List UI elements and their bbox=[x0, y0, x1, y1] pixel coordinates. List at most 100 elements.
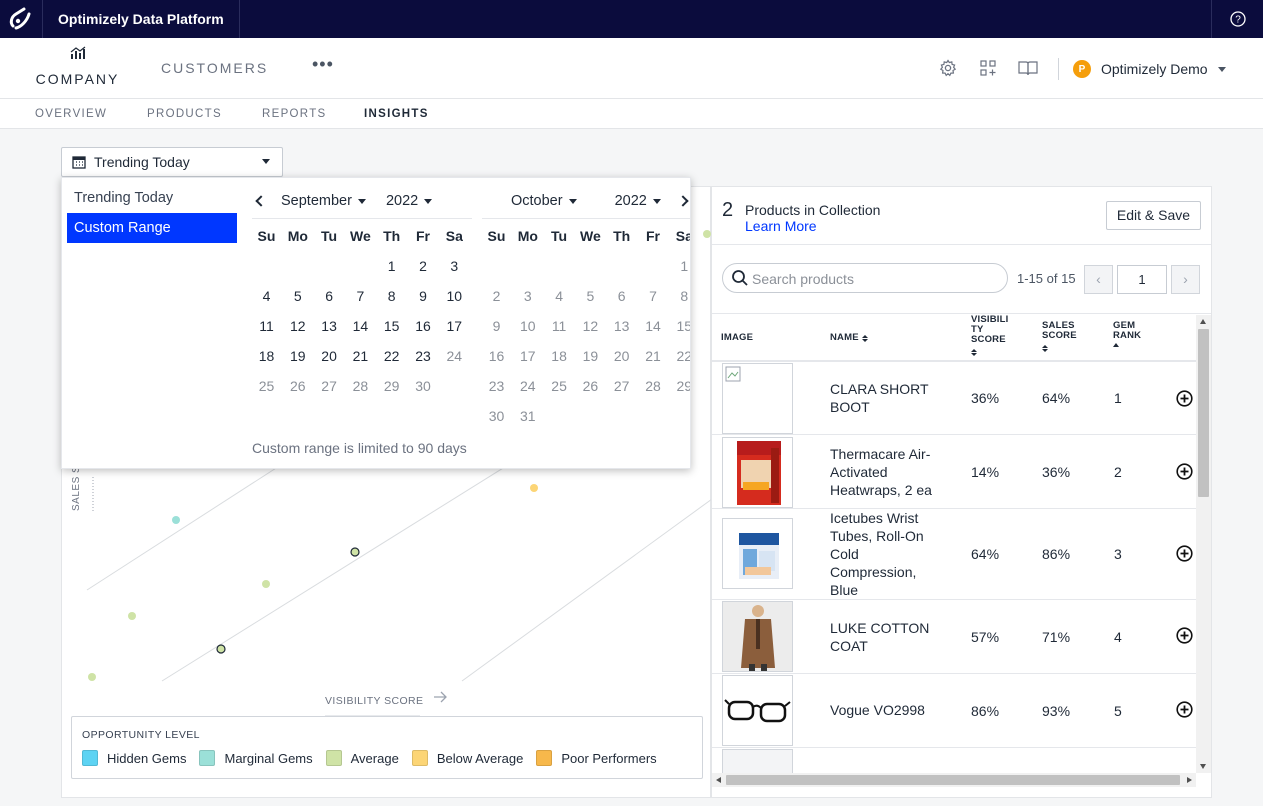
header-visibility-score[interactable]: VISIBILI TY SCORE bbox=[971, 315, 1009, 356]
calendar-day[interactable]: 5 bbox=[282, 288, 313, 304]
header-sales-line: SCORE bbox=[1042, 330, 1077, 341]
legend-item-marginal-gems: Marginal Gems bbox=[199, 750, 313, 766]
product-image bbox=[722, 601, 793, 672]
header-name[interactable]: NAME bbox=[830, 333, 868, 343]
thermacare-box-image bbox=[737, 441, 781, 505]
right-year-select[interactable]: 2022 bbox=[615, 193, 661, 209]
weekday-label: Fr bbox=[646, 228, 660, 244]
calendar-day[interactable]: 7 bbox=[345, 288, 376, 304]
calendar-day[interactable]: 10 bbox=[439, 288, 470, 304]
calendar-day[interactable]: 12 bbox=[282, 318, 313, 334]
more-menu-icon[interactable]: ••• bbox=[312, 54, 334, 75]
nav-customers[interactable]: CUSTOMERS bbox=[161, 60, 268, 76]
main-nav: COMPANY CUSTOMERS ••• P Optimizely Demo bbox=[0, 38, 1263, 99]
svg-text:?: ? bbox=[1235, 15, 1241, 26]
add-circle-icon[interactable] bbox=[1176, 545, 1193, 562]
add-circle-icon[interactable] bbox=[1176, 701, 1193, 718]
chart-point bbox=[703, 230, 711, 238]
scroll-left-arrow-icon[interactable] bbox=[716, 776, 721, 783]
calendar-day[interactable]: 9 bbox=[408, 288, 439, 304]
calendar-day: 23 bbox=[488, 378, 505, 394]
calendar-day[interactable]: 1 bbox=[376, 258, 407, 274]
left-year-select[interactable]: 2022 bbox=[386, 193, 433, 209]
table-row[interactable] bbox=[712, 748, 1196, 773]
scroll-right-arrow-icon[interactable] bbox=[1187, 776, 1192, 783]
add-circle-icon[interactable] bbox=[1176, 390, 1193, 407]
legend-item-average: Average bbox=[325, 750, 399, 766]
user-menu[interactable]: P Optimizely Demo bbox=[1073, 58, 1226, 80]
calendar-day: 4 bbox=[555, 288, 563, 304]
calendar-day[interactable]: 3 bbox=[439, 258, 470, 274]
calendar-day[interactable]: 23 bbox=[408, 348, 439, 364]
page-number-input[interactable]: 1 bbox=[1117, 265, 1167, 294]
edit-save-button[interactable]: Edit & Save bbox=[1106, 201, 1201, 230]
calendar-day[interactable]: 17 bbox=[439, 318, 470, 334]
prev-page-button[interactable]: ‹ bbox=[1084, 265, 1113, 294]
calendar-day: 17 bbox=[520, 348, 536, 364]
calendar-day[interactable]: 2 bbox=[408, 258, 439, 274]
calendar-day[interactable]: 13 bbox=[314, 318, 345, 334]
calendar-day: 30 bbox=[415, 378, 431, 394]
calendar-day[interactable]: 15 bbox=[376, 318, 407, 334]
vertical-scrollbar[interactable] bbox=[1196, 315, 1211, 773]
tab-insights[interactable]: INSIGHTS bbox=[364, 108, 429, 120]
vertical-scroll-thumb[interactable] bbox=[1198, 329, 1209, 497]
calendar-day[interactable]: 14 bbox=[345, 318, 376, 334]
collection-count: 2 bbox=[722, 199, 734, 221]
calendar-day[interactable]: 21 bbox=[345, 348, 376, 364]
table-row[interactable]: LUKE COTTON COAT 57% 71% 4 bbox=[712, 600, 1196, 674]
option-custom-range[interactable]: Custom Range bbox=[67, 213, 237, 243]
table-row[interactable]: Thermacare Air-Activated Heatwraps, 2 ea… bbox=[712, 435, 1196, 509]
date-picker-popup: Trending Today Custom Range September 20… bbox=[61, 177, 691, 469]
nav-company[interactable]: COMPANY bbox=[35, 46, 120, 87]
product-image bbox=[722, 675, 793, 746]
visibility-score: 86% bbox=[971, 703, 1000, 719]
user-name: Optimizely Demo bbox=[1101, 61, 1208, 77]
calendar-day[interactable]: 16 bbox=[408, 318, 439, 334]
option-trending-today[interactable]: Trending Today bbox=[67, 183, 237, 213]
docs-book-icon[interactable] bbox=[1017, 58, 1039, 78]
next-page-button[interactable]: › bbox=[1171, 265, 1200, 294]
calendar-day: 27 bbox=[321, 378, 337, 394]
scroll-up-arrow-icon[interactable] bbox=[1200, 319, 1206, 324]
calendar-day[interactable]: 18 bbox=[251, 348, 282, 364]
table-row[interactable]: Icetubes Wrist Tubes, Roll-On Cold Compr… bbox=[712, 509, 1196, 600]
calendar-day[interactable]: 11 bbox=[251, 318, 282, 334]
search-input[interactable]: Search products bbox=[722, 263, 1008, 293]
left-month-select[interactable]: September bbox=[281, 193, 366, 209]
table-row[interactable]: CLARA SHORT BOOT 36% 64% 1 bbox=[712, 361, 1196, 435]
calendar-day[interactable]: 6 bbox=[314, 288, 345, 304]
calendar-day[interactable]: 20 bbox=[314, 348, 345, 364]
learn-more-link[interactable]: Learn More bbox=[745, 218, 817, 234]
add-circle-icon[interactable] bbox=[1176, 627, 1193, 644]
scroll-down-arrow-icon[interactable] bbox=[1200, 764, 1206, 769]
date-range-dropdown[interactable]: Trending Today bbox=[61, 147, 283, 177]
settings-gear-icon[interactable] bbox=[938, 58, 958, 78]
tab-products[interactable]: PRODUCTS bbox=[147, 108, 222, 120]
help-icon[interactable]: ? bbox=[1211, 0, 1263, 38]
next-month-icon[interactable] bbox=[677, 195, 689, 207]
horizontal-scroll-thumb[interactable] bbox=[726, 775, 1180, 785]
calendar-day[interactable]: 22 bbox=[376, 348, 407, 364]
chart-point bbox=[262, 580, 270, 588]
tab-reports[interactable]: REPORTS bbox=[262, 108, 326, 120]
right-month-select[interactable]: October bbox=[511, 193, 577, 209]
prev-month-icon[interactable] bbox=[255, 195, 267, 207]
tab-overview[interactable]: OVERVIEW bbox=[35, 108, 107, 120]
calendar-day[interactable]: 8 bbox=[376, 288, 407, 304]
add-circle-icon[interactable] bbox=[1176, 463, 1193, 480]
header-sales-score[interactable]: SALES SCORE bbox=[1042, 321, 1077, 352]
header-gem-rank[interactable]: GEM RANK bbox=[1113, 321, 1141, 347]
horizontal-scrollbar[interactable] bbox=[712, 773, 1196, 787]
optimizely-logo-icon[interactable] bbox=[0, 0, 40, 38]
calendar-day: 28 bbox=[352, 378, 369, 394]
visibility-score: 36% bbox=[971, 390, 1000, 406]
sort-asc-icon bbox=[1113, 343, 1119, 347]
calendar-day[interactable]: 4 bbox=[251, 288, 282, 304]
calendar-day: 14 bbox=[645, 318, 661, 334]
calendar-day[interactable]: 19 bbox=[282, 348, 313, 364]
table-row[interactable]: Vogue VO2998 86% 93% 5 bbox=[712, 674, 1196, 748]
apps-grid-icon[interactable] bbox=[978, 58, 998, 78]
arrow-right-icon bbox=[434, 691, 447, 703]
legend-swatch bbox=[411, 750, 428, 766]
